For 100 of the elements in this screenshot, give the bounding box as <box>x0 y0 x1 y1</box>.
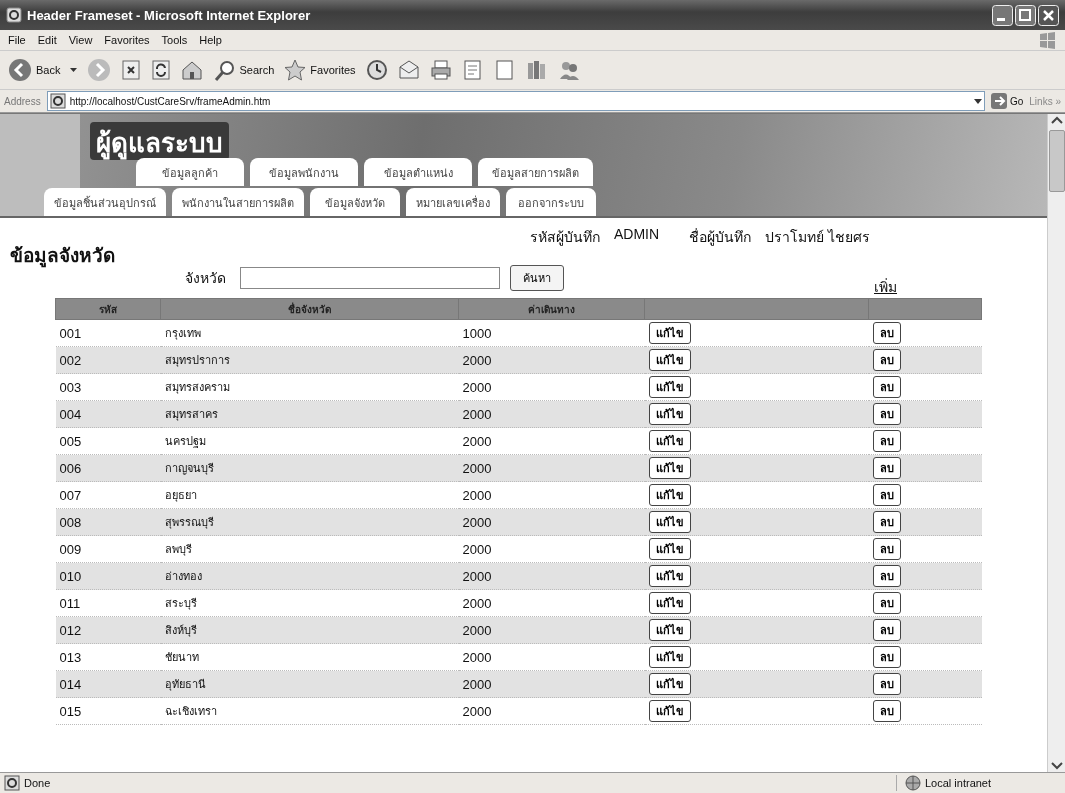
nav-tab[interactable]: ข้อมูลลูกค้า <box>136 158 244 186</box>
printer-icon[interactable] <box>429 59 452 81</box>
delete-button[interactable]: ลบ <box>872 565 901 587</box>
page-heading: ข้อมูลจังหวัด <box>10 243 116 270</box>
people-icon[interactable] <box>557 59 580 81</box>
zone-text: Local intranet <box>925 777 992 789</box>
table-cell: 004 <box>55 400 161 428</box>
delete-button[interactable]: ลบ <box>872 538 901 560</box>
delete-button[interactable]: ลบ <box>872 430 901 452</box>
edit-button[interactable]: แก้ไข <box>648 700 691 722</box>
back-button[interactable]: Back <box>8 58 61 82</box>
table-cell: 012 <box>55 616 161 644</box>
edit-button[interactable]: แก้ไข <box>648 376 691 398</box>
refresh-icon[interactable] <box>151 59 172 81</box>
table-cell: 2000 <box>458 589 645 617</box>
edit-button[interactable]: แก้ไข <box>648 484 691 506</box>
nav-tab[interactable]: ออกจากระบบ <box>506 188 596 216</box>
nav-tab[interactable]: ข้อมูลชิ้นส่วนอุปกรณ์ <box>44 188 166 216</box>
edit-button[interactable]: แก้ไข <box>648 430 691 452</box>
table-cell: 2000 <box>458 427 645 455</box>
edit-button[interactable]: แก้ไข <box>648 619 691 641</box>
delete-button[interactable]: ลบ <box>872 511 901 533</box>
edit-button[interactable]: แก้ไข <box>648 565 691 587</box>
table-cell: 003 <box>55 373 161 401</box>
nav-tab[interactable]: ข้อมูลจังหวัด <box>310 188 400 216</box>
delete-button[interactable]: ลบ <box>872 403 901 425</box>
table-cell: 014 <box>55 670 161 698</box>
table-cell: ชัยนาท <box>160 643 459 671</box>
menu-item[interactable]: Favorites <box>104 34 150 46</box>
user-name-label: ชื่อผู้บันทึก <box>689 227 752 248</box>
menu-item[interactable]: Help <box>199 34 222 46</box>
province-input[interactable] <box>240 267 500 289</box>
menu-item[interactable]: Tools <box>161 34 188 46</box>
table-cell: 2000 <box>458 508 645 536</box>
browser-icon <box>6 7 22 23</box>
nav-tab[interactable]: ข้อมูลสายการผลิต <box>478 158 593 186</box>
table-cell: อุทัยธานี <box>160 670 459 698</box>
envelope-icon[interactable] <box>397 59 420 81</box>
edit-button[interactable]: แก้ไข <box>648 673 691 695</box>
menu-item[interactable]: Edit <box>37 34 57 46</box>
scrollbar[interactable] <box>1047 114 1065 772</box>
scroll-thumb[interactable] <box>1048 130 1065 192</box>
table-cell: 2000 <box>458 697 645 725</box>
go-arrow-icon <box>990 93 1007 109</box>
edit-button[interactable]: แก้ไข <box>648 349 691 371</box>
home-icon[interactable] <box>181 59 204 81</box>
delete-button[interactable]: ลบ <box>872 376 901 398</box>
delete-button[interactable]: ลบ <box>872 646 901 668</box>
search-button[interactable]: ค้นหา <box>510 265 564 291</box>
scroll-down-icon[interactable] <box>1048 760 1065 772</box>
search-button[interactable]: Search <box>213 59 275 81</box>
menu-item[interactable]: View <box>68 34 93 46</box>
edit-button[interactable]: แก้ไข <box>648 511 691 533</box>
table-cell: 2000 <box>458 346 645 374</box>
edit-button[interactable]: แก้ไข <box>648 646 691 668</box>
nav-tab[interactable]: ข้อมูลตำแหน่ง <box>364 158 472 186</box>
edit-button[interactable]: แก้ไข <box>648 592 691 614</box>
magnifier-icon <box>213 59 236 81</box>
table-cell: 2000 <box>458 643 645 671</box>
add-link[interactable]: เพิ่ม <box>874 276 897 298</box>
stop-icon[interactable] <box>121 59 142 81</box>
edit-button[interactable]: แก้ไข <box>648 457 691 479</box>
maximize-icon[interactable] <box>1015 4 1036 26</box>
table-cell: อ่างทอง <box>160 562 459 590</box>
edit-button[interactable]: แก้ไข <box>648 538 691 560</box>
delete-button[interactable]: ลบ <box>872 673 901 695</box>
delete-button[interactable]: ลบ <box>872 619 901 641</box>
menu-item[interactable]: File <box>8 34 26 46</box>
blank-page-icon[interactable] <box>493 59 516 81</box>
delete-button[interactable]: ลบ <box>872 484 901 506</box>
delete-button[interactable]: ลบ <box>872 700 901 722</box>
close-icon[interactable] <box>1038 4 1059 26</box>
delete-button[interactable]: ลบ <box>872 349 901 371</box>
minimize-icon[interactable] <box>992 4 1013 26</box>
edit-button[interactable]: แก้ไข <box>648 322 691 344</box>
nav-tab[interactable]: พนักงานในสายการผลิต <box>172 188 304 216</box>
go-button[interactable]: Go <box>990 93 1024 109</box>
table-cell: ฉะเชิงเทรา <box>160 697 459 725</box>
table-cell: ลพบุรี <box>160 535 459 563</box>
table-cell: สระบุรี <box>160 589 459 617</box>
column-header: ชื่อจังหวัด <box>160 298 459 320</box>
history-clock-icon[interactable] <box>365 59 388 81</box>
nav-tab[interactable]: หมายเลขเครื่อง <box>406 188 500 216</box>
table-cell: 2000 <box>458 616 645 644</box>
nav-tab[interactable]: ข้อมูลพนักงาน <box>250 158 358 186</box>
table-cell: สมุทรสงคราม <box>160 373 459 401</box>
bookshelf-icon[interactable] <box>525 59 548 81</box>
table-cell: อยุธยา <box>160 481 459 509</box>
globe-icon <box>905 775 921 791</box>
document-edit-icon[interactable] <box>461 59 484 81</box>
table-cell: สิงห์บุรี <box>160 616 459 644</box>
dropdown-caret-icon[interactable] <box>70 68 78 72</box>
table-cell: นครปฐม <box>160 427 459 455</box>
address-field[interactable]: http://localhost/CustCareSrv/frameAdmin.htm <box>46 91 985 111</box>
delete-button[interactable]: ลบ <box>872 592 901 614</box>
delete-button[interactable]: ลบ <box>872 322 901 344</box>
favorites-button[interactable]: Favorites <box>284 59 356 81</box>
table-cell: สมุทรสาคร <box>160 400 459 428</box>
delete-button[interactable]: ลบ <box>872 457 901 479</box>
edit-button[interactable]: แก้ไข <box>648 403 691 425</box>
